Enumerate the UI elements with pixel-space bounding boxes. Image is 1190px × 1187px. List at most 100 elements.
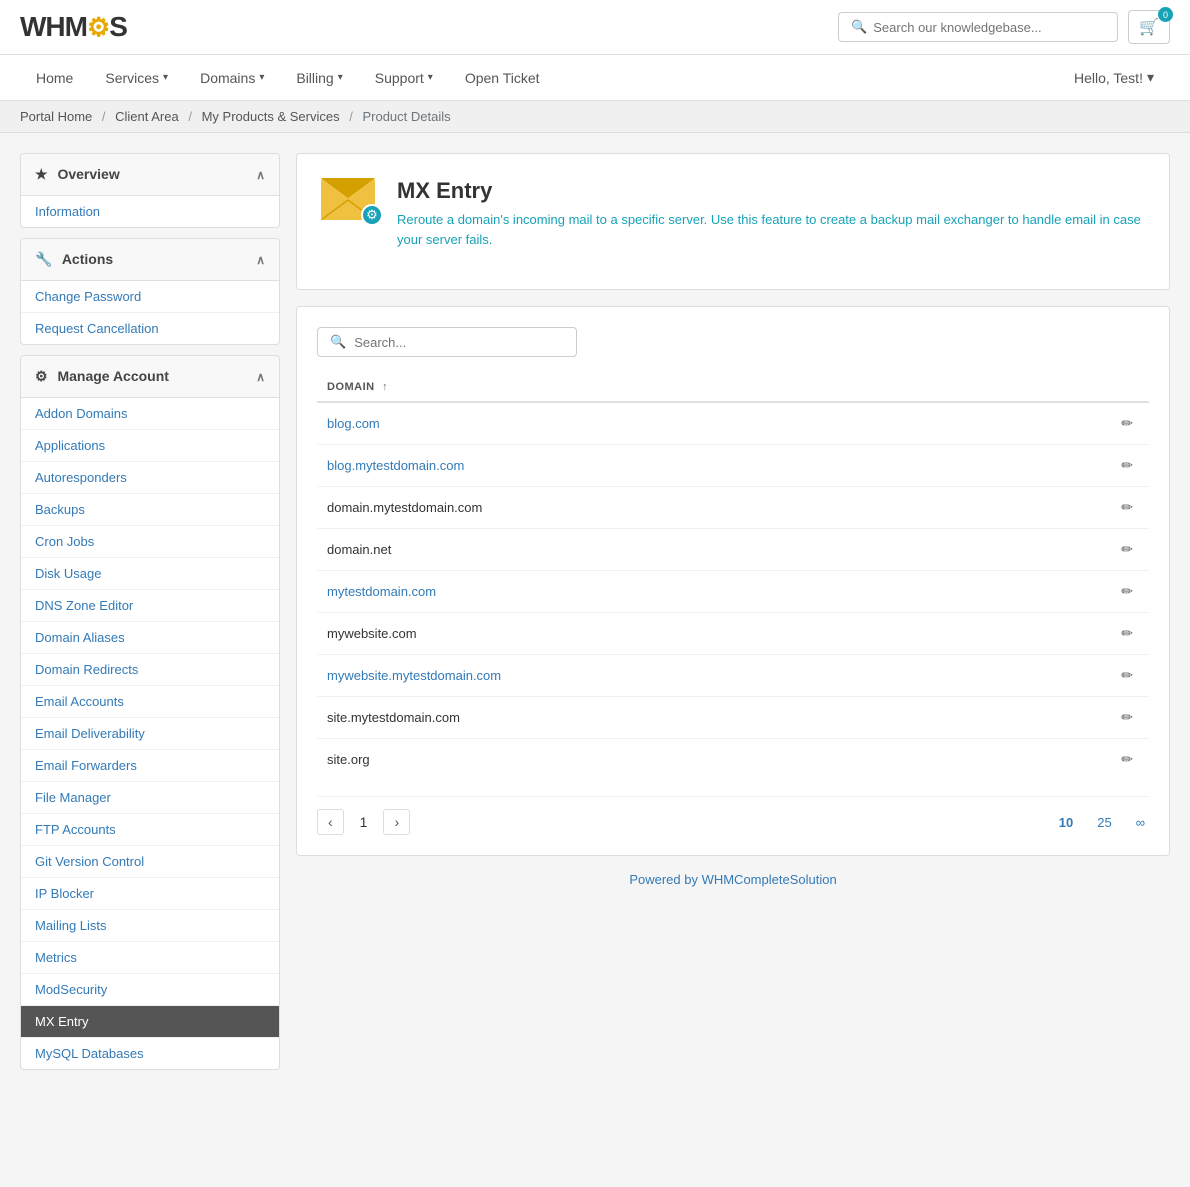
sidebar-item-addon-domains[interactable]: Addon Domains xyxy=(21,398,279,430)
domain-link[interactable]: mytestdomain.com xyxy=(327,584,436,599)
domain-cell: domain.net xyxy=(317,529,1105,571)
sidebar-item-metrics[interactable]: Metrics xyxy=(21,942,279,974)
sidebar-item-domain-redirects[interactable]: Domain Redirects xyxy=(21,654,279,686)
domain-text: site.org xyxy=(327,752,370,767)
sidebar-item-domain-aliases[interactable]: Domain Aliases xyxy=(21,622,279,654)
page-sizes: 10 25 ∞ xyxy=(1055,813,1149,832)
domain-text: domain.net xyxy=(327,542,391,557)
edit-cell: ✏ xyxy=(1105,571,1149,613)
knowledgebase-search-input[interactable] xyxy=(873,20,1105,35)
table-row: site.org ✏ xyxy=(317,739,1149,781)
edit-cell: ✏ xyxy=(1105,655,1149,697)
main-layout: ★ Overview ∧ Information 🔧 Actions ∧ Cha… xyxy=(0,133,1190,1170)
knowledgebase-search-box[interactable]: 🔍 xyxy=(838,12,1118,42)
sidebar-item-backups[interactable]: Backups xyxy=(21,494,279,526)
settings-overlay-icon: ⚙ xyxy=(361,204,383,226)
sidebar-item-dns-zone-editor[interactable]: DNS Zone Editor xyxy=(21,590,279,622)
next-page-button[interactable]: › xyxy=(383,809,410,835)
table-row: site.mytestdomain.com✏ xyxy=(317,697,1149,739)
nav-home[interactable]: Home xyxy=(20,56,89,100)
edit-cell: ✏ xyxy=(1105,445,1149,487)
table-search-input[interactable] xyxy=(354,335,564,350)
page-size-10[interactable]: 10 xyxy=(1055,813,1077,832)
product-icon: ⚙ xyxy=(321,178,381,238)
sidebar-item-request-cancellation[interactable]: Request Cancellation xyxy=(21,313,279,344)
sidebar-actions-header[interactable]: 🔧 Actions ∧ xyxy=(21,239,279,281)
nav-bar: Home Services ▾ Domains ▾ Billing ▾ Supp… xyxy=(0,55,1190,101)
breadcrumb-current: Product Details xyxy=(362,109,450,124)
col-actions-header xyxy=(1105,373,1149,402)
breadcrumb-client-area[interactable]: Client Area xyxy=(115,109,179,124)
sidebar-item-modsecurity[interactable]: ModSecurity xyxy=(21,974,279,1006)
domain-link[interactable]: mywebsite.mytestdomain.com xyxy=(327,668,501,683)
domain-cell: site.org xyxy=(317,739,1105,781)
product-description: Reroute a domain's incoming mail to a sp… xyxy=(397,210,1145,249)
top-bar: WHM⚙S 🔍 🛒 0 xyxy=(0,0,1190,55)
domain-link[interactable]: blog.mytestdomain.com xyxy=(327,458,464,473)
user-menu[interactable]: Hello, Test! ▾ xyxy=(1058,55,1170,100)
chevron-up-icon: ∧ xyxy=(256,370,265,384)
edit-button[interactable]: ✏ xyxy=(1115,497,1139,518)
footer: Powered by WHMCompleteSolution xyxy=(296,856,1170,903)
sidebar-item-email-forwarders[interactable]: Email Forwarders xyxy=(21,750,279,782)
content-area: ⚙ MX Entry Reroute a domain's incoming m… xyxy=(296,153,1170,1150)
sidebar-manage-header[interactable]: ⚙ Manage Account ∧ xyxy=(21,356,279,398)
sidebar-item-ftp-accounts[interactable]: FTP Accounts xyxy=(21,814,279,846)
logo-text: WHM⚙S xyxy=(20,11,127,43)
sidebar-item-applications[interactable]: Applications xyxy=(21,430,279,462)
domain-link[interactable]: blog.com xyxy=(327,416,380,431)
edit-button[interactable]: ✏ xyxy=(1115,707,1139,728)
sidebar-item-email-accounts[interactable]: Email Accounts xyxy=(21,686,279,718)
sidebar-overview-section: ★ Overview ∧ Information xyxy=(20,153,280,228)
breadcrumb-my-products[interactable]: My Products & Services xyxy=(202,109,340,124)
page-size-25[interactable]: 25 xyxy=(1093,813,1115,832)
greeting-text: Hello, Test! xyxy=(1074,70,1143,86)
edit-cell: ✏ xyxy=(1105,487,1149,529)
logo: WHM⚙S xyxy=(20,11,127,43)
nav-services[interactable]: Services ▾ xyxy=(89,56,184,100)
table-row: mytestdomain.com ✏ xyxy=(317,571,1149,613)
nav-support[interactable]: Support ▾ xyxy=(359,56,449,100)
domain-text: domain.mytestdomain.com xyxy=(327,500,482,515)
sidebar-actions-label: 🔧 Actions xyxy=(35,251,113,268)
sidebar-actions-section: 🔧 Actions ∧ Change Password Request Canc… xyxy=(20,238,280,345)
sidebar-item-cron-jobs[interactable]: Cron Jobs xyxy=(21,526,279,558)
domain-cell: mytestdomain.com xyxy=(317,571,1105,613)
prev-page-button[interactable]: ‹ xyxy=(317,809,344,835)
edit-cell: ✏ xyxy=(1105,739,1149,781)
breadcrumb-portal-home[interactable]: Portal Home xyxy=(20,109,92,124)
logo-gear-icon: ⚙ xyxy=(87,12,109,43)
edit-button[interactable]: ✏ xyxy=(1115,749,1139,770)
sidebar-overview-header[interactable]: ★ Overview ∧ xyxy=(21,154,279,196)
edit-cell: ✏ xyxy=(1105,402,1149,445)
edit-button[interactable]: ✏ xyxy=(1115,581,1139,602)
table-search-box[interactable]: 🔍 xyxy=(317,327,577,357)
sidebar-item-mailing-lists[interactable]: Mailing Lists xyxy=(21,910,279,942)
nav-domains[interactable]: Domains ▾ xyxy=(184,56,280,100)
page-size-all[interactable]: ∞ xyxy=(1132,813,1149,832)
edit-button[interactable]: ✏ xyxy=(1115,455,1139,476)
table-row: blog.com ✏ xyxy=(317,402,1149,445)
breadcrumb-sep: / xyxy=(349,109,353,124)
sidebar-item-disk-usage[interactable]: Disk Usage xyxy=(21,558,279,590)
nav-billing[interactable]: Billing ▾ xyxy=(280,56,358,100)
sidebar-item-file-manager[interactable]: File Manager xyxy=(21,782,279,814)
sidebar-item-git-version-control[interactable]: Git Version Control xyxy=(21,846,279,878)
sidebar-item-email-deliverability[interactable]: Email Deliverability xyxy=(21,718,279,750)
cart-badge: 0 xyxy=(1158,7,1173,22)
sidebar-item-autoresponders[interactable]: Autoresponders xyxy=(21,462,279,494)
sidebar-item-mysql-databases[interactable]: MySQL Databases xyxy=(21,1038,279,1069)
sidebar-item-change-password[interactable]: Change Password xyxy=(21,281,279,313)
sidebar-item-information[interactable]: Information xyxy=(21,196,279,227)
breadcrumb: Portal Home / Client Area / My Products … xyxy=(0,101,1190,133)
nav-open-ticket[interactable]: Open Ticket xyxy=(449,56,556,100)
edit-button[interactable]: ✏ xyxy=(1115,413,1139,434)
chevron-up-icon: ∧ xyxy=(256,253,265,267)
edit-button[interactable]: ✏ xyxy=(1115,623,1139,644)
cart-button[interactable]: 🛒 0 xyxy=(1128,10,1170,44)
edit-button[interactable]: ✏ xyxy=(1115,665,1139,686)
col-domain-header[interactable]: DOMAIN ↑ xyxy=(317,373,1105,402)
edit-button[interactable]: ✏ xyxy=(1115,539,1139,560)
sidebar-item-mx-entry[interactable]: MX Entry xyxy=(21,1006,279,1038)
sidebar-item-ip-blocker[interactable]: IP Blocker xyxy=(21,878,279,910)
